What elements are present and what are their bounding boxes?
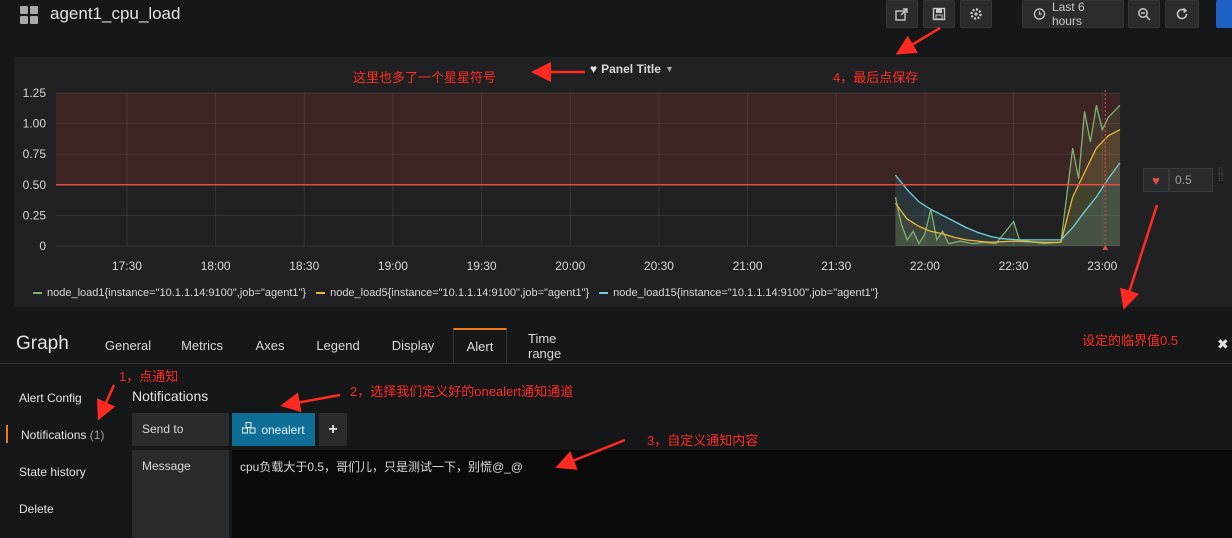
tab-display[interactable]: Display [389, 328, 437, 363]
cubes-icon [242, 422, 256, 437]
message-textarea[interactable]: cpu负载大于0.5，哥们儿，只是测试一下，别慌@_@ [232, 450, 1232, 538]
tab-metrics[interactable]: Metrics [178, 328, 226, 363]
drag-grip-icon[interactable]: ⁞⁞ ⁞⁞ [1218, 168, 1228, 190]
save-dashboard-button[interactable] [923, 0, 955, 28]
panel-title-menu[interactable]: ♥ Panel Title ▼ [590, 62, 674, 76]
notifications-heading: Notifications [132, 388, 209, 404]
state-history-menu-item[interactable]: State history [19, 465, 86, 479]
y-tick-label: 1.00 [23, 117, 47, 131]
x-tick-label: 19:00 [378, 259, 408, 273]
settings-icon [970, 8, 982, 20]
panel-title-text: Panel Title [601, 62, 661, 76]
legend-swatch [599, 292, 609, 294]
x-tick-label: 20:30 [644, 259, 674, 273]
zoom-out-icon [1138, 8, 1151, 21]
x-tick-label: 22:00 [910, 259, 940, 273]
annotation-step3: 3，自定义通知内容 [647, 433, 759, 448]
alert-config-menu-item[interactable]: Alert Config [19, 391, 82, 405]
annotation-threshold: 设定的临界值0.5 [1082, 333, 1179, 348]
tab-alert[interactable]: Alert [453, 328, 507, 363]
legend-item-1[interactable]: node_load5{instance="10.1.1.14:9100",job… [316, 287, 589, 299]
share-icon [895, 8, 908, 21]
tab-axes[interactable]: Axes [254, 328, 286, 363]
close-editor-icon[interactable]: ✖ [1217, 336, 1229, 353]
notifications-menu-item[interactable]: Notifications (1) [21, 428, 104, 442]
x-tick-label: 21:30 [821, 259, 851, 273]
active-indicator [6, 425, 8, 443]
tabs-divider [0, 363, 1232, 364]
clock-icon [1033, 8, 1046, 20]
time-range-picker[interactable]: Last 6 hours [1022, 0, 1124, 28]
chart-legend: node_load1{instance="10.1.1.14:9100",job… [33, 287, 878, 299]
time-range-label: Last 6 hours [1051, 0, 1085, 28]
annotation-star-note: 这里也多了一个星星符号 [353, 70, 497, 85]
delete-menu-item[interactable]: Delete [19, 502, 54, 516]
tab-general[interactable]: General [105, 328, 151, 363]
legend-swatch [316, 292, 326, 294]
x-tick-label: 18:30 [289, 259, 319, 273]
annotation-step1: 1，点通知 [119, 369, 179, 384]
send-to-label: Send to [132, 413, 229, 446]
message-label: Message [132, 450, 229, 538]
legend-swatch [33, 292, 42, 294]
x-tick-label: 20:00 [555, 259, 585, 273]
channel-name: onealert [261, 422, 305, 437]
refresh-icon [1176, 7, 1188, 20]
x-axis: 17:30 18:00 18:30 19:00 19:30 20:00 20:30 21:00… [112, 259, 1118, 273]
notifications-count: (1) [89, 428, 105, 442]
y-tick-label: 0 [39, 239, 46, 253]
caret-down-icon: ▼ [664, 64, 674, 74]
x-tick-label: 22:30 [999, 259, 1029, 273]
y-tick-label: 1.25 [23, 86, 47, 100]
annotation-step2: 2，选择我们定义好的onealert通知通道 [350, 384, 574, 399]
threshold-value-input[interactable]: 0.5 [1169, 168, 1213, 192]
dashboard-settings-button[interactable] [960, 0, 992, 28]
threshold-handle[interactable]: ♥ [1143, 168, 1169, 192]
refresh-button[interactable] [1165, 0, 1199, 28]
notifications-menu-label: Notifications [21, 428, 87, 442]
broken-heart-icon: ♥ [1152, 172, 1160, 188]
tab-time-range[interactable]: Time range [524, 328, 592, 363]
onealert-channel-tag[interactable]: onealert [232, 413, 315, 446]
dashboard-grid-icon[interactable] [20, 6, 40, 26]
legend-label: node_load1{instance="10.1.1.14:9100",job… [47, 287, 307, 299]
y-tick-label: 0.50 [23, 178, 47, 192]
chart-grid [56, 92, 1120, 247]
legend-item-2[interactable]: node_load15{instance="10.1.1.14:9100",jo… [599, 287, 878, 299]
dashboard-title[interactable]: agent1_cpu_load [50, 4, 180, 24]
zoom-out-button[interactable] [1128, 0, 1160, 28]
share-button[interactable] [886, 0, 918, 28]
legend-label: node_load5{instance="10.1.1.14:9100",job… [330, 287, 590, 299]
chart-area[interactable]: 1.25 1.00 0.75 0.50 0.25 0 17:30 18:00 18:30 19:… [0, 80, 1232, 280]
add-notification-button[interactable]: + [319, 413, 347, 446]
legend-label: node_load15{instance="10.1.1.14:9100",jo… [613, 287, 879, 299]
annotation-step4: 4，最后点保存 [833, 70, 919, 85]
y-axis: 1.25 1.00 0.75 0.50 0.25 0 [23, 86, 47, 253]
x-tick-label: 19:30 [467, 259, 497, 273]
editor-title: Graph [16, 333, 69, 354]
tab-legend[interactable]: Legend [315, 328, 361, 363]
heart-icon: ♥ [590, 62, 598, 76]
legend-item-0[interactable]: node_load1{instance="10.1.1.14:9100",job… [33, 287, 306, 299]
y-tick-label: 0.25 [23, 208, 47, 222]
top-navbar: agent1_cpu_load Last 6 hours [0, 0, 1232, 38]
x-tick-label: 17:30 [112, 259, 142, 273]
save-icon [932, 7, 946, 21]
back-to-dashboard-button[interactable] [1216, 0, 1232, 28]
x-tick-label: 23:00 [1087, 259, 1117, 273]
x-tick-label: 18:00 [201, 259, 231, 273]
x-tick-label: 21:00 [733, 259, 763, 273]
y-tick-label: 0.75 [23, 147, 47, 161]
